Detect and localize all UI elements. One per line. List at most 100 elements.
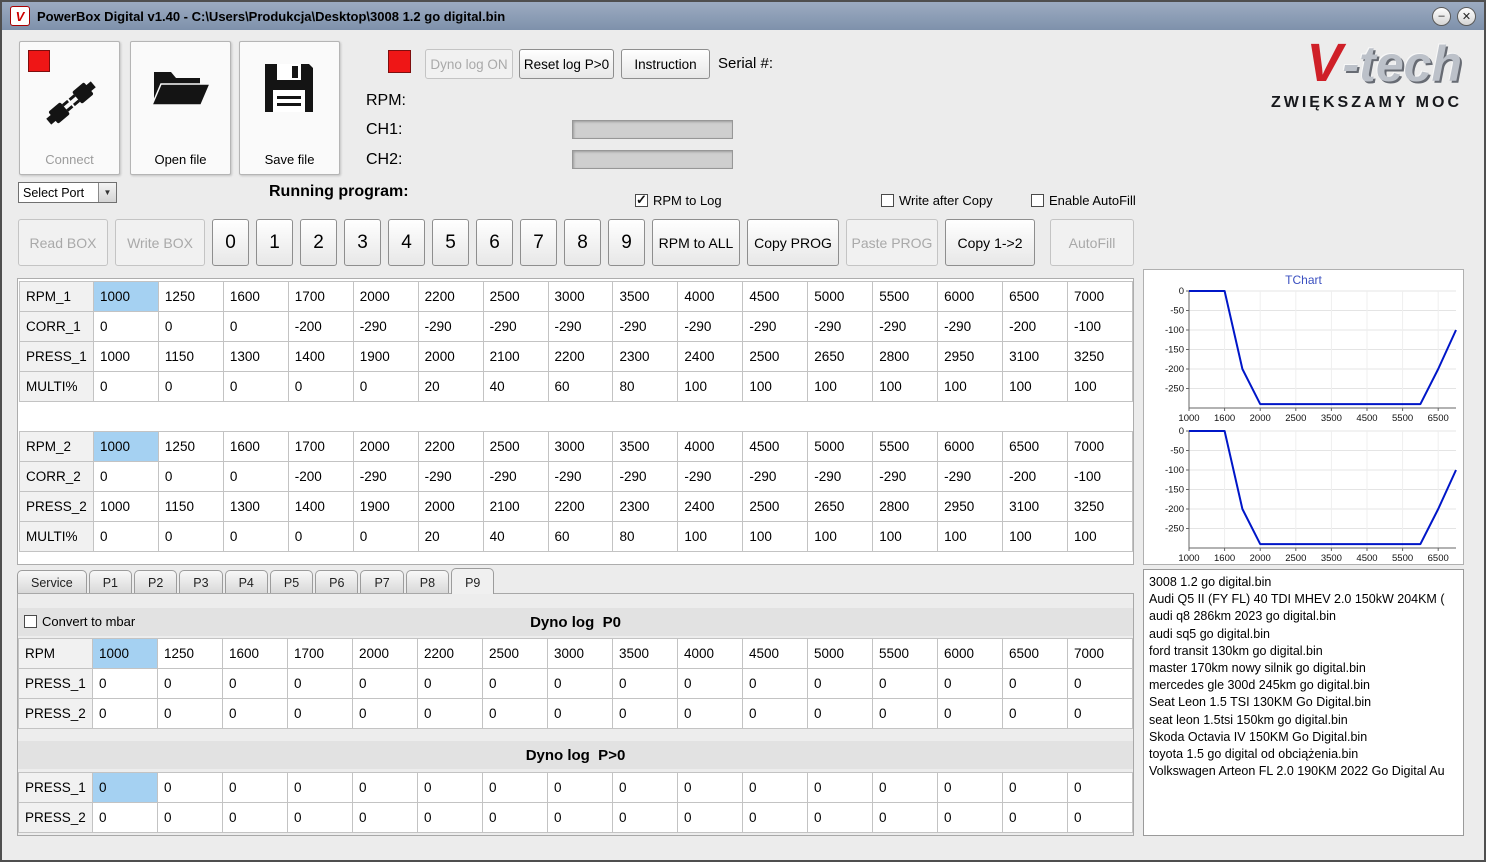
value-cell[interactable]: 0 bbox=[222, 698, 288, 729]
value-cell[interactable]: -290 bbox=[612, 461, 679, 492]
tab-p7[interactable]: P7 bbox=[360, 570, 404, 594]
value-cell[interactable]: 2800 bbox=[872, 491, 939, 522]
value-cell[interactable]: 3250 bbox=[1067, 341, 1133, 372]
value-cell[interactable]: 0 bbox=[352, 802, 418, 833]
value-cell[interactable]: 0 bbox=[92, 668, 158, 699]
value-cell[interactable]: 2000 bbox=[352, 281, 419, 312]
rpm-to-all-button[interactable]: RPM to ALL bbox=[652, 219, 740, 266]
value-cell[interactable]: 2500 bbox=[742, 341, 809, 372]
value-cell[interactable]: -290 bbox=[937, 311, 1004, 342]
value-cell[interactable]: 0 bbox=[742, 668, 808, 699]
value-cell[interactable]: -290 bbox=[547, 461, 614, 492]
value-cell[interactable]: 0 bbox=[222, 772, 288, 803]
value-cell[interactable]: 0 bbox=[287, 802, 353, 833]
value-cell[interactable]: 0 bbox=[677, 802, 743, 833]
value-cell[interactable]: 0 bbox=[287, 668, 353, 699]
value-cell[interactable]: 100 bbox=[1067, 521, 1133, 552]
value-cell[interactable]: 0 bbox=[482, 802, 548, 833]
value-cell[interactable]: 1600 bbox=[222, 281, 289, 312]
value-cell[interactable]: 2000 bbox=[417, 491, 484, 522]
value-cell[interactable]: 0 bbox=[677, 772, 743, 803]
value-cell[interactable]: 100 bbox=[872, 521, 939, 552]
close-button[interactable]: ✕ bbox=[1457, 6, 1476, 26]
value-cell[interactable]: 1150 bbox=[157, 341, 224, 372]
value-cell[interactable]: 2200 bbox=[417, 281, 484, 312]
value-cell[interactable]: 1300 bbox=[222, 341, 289, 372]
copy-1-to-2-button[interactable]: Copy 1->2 bbox=[945, 219, 1035, 266]
value-cell[interactable]: -290 bbox=[937, 461, 1004, 492]
value-cell[interactable]: 2200 bbox=[417, 638, 483, 669]
value-cell[interactable]: 1600 bbox=[222, 431, 289, 462]
value-cell[interactable]: 0 bbox=[1002, 698, 1068, 729]
value-cell[interactable]: 0 bbox=[222, 802, 288, 833]
tab-p4[interactable]: P4 bbox=[224, 570, 268, 594]
value-cell[interactable]: 0 bbox=[807, 772, 873, 803]
value-cell[interactable]: -290 bbox=[352, 311, 419, 342]
value-cell[interactable]: 2650 bbox=[807, 491, 874, 522]
value-cell[interactable]: -290 bbox=[807, 311, 874, 342]
file-list-item[interactable]: Skoda Octavia IV 150KM Go Digital.bin bbox=[1149, 729, 1458, 746]
value-cell[interactable]: 20 bbox=[417, 521, 484, 552]
file-list-item[interactable]: Audi Q5 II (FY FL) 40 TDI MHEV 2.0 150kW… bbox=[1149, 591, 1458, 608]
value-cell[interactable]: 0 bbox=[157, 311, 224, 342]
value-cell[interactable]: 100 bbox=[1067, 371, 1133, 402]
value-cell[interactable]: 0 bbox=[677, 698, 743, 729]
value-cell[interactable]: 100 bbox=[807, 371, 874, 402]
write-after-copy-checkbox[interactable]: Write after Copy bbox=[881, 193, 993, 208]
connect-button[interactable]: Connect bbox=[19, 41, 120, 175]
value-cell[interactable]: 0 bbox=[937, 698, 1003, 729]
instruction-button[interactable]: Instruction bbox=[621, 49, 710, 79]
value-cell[interactable]: 1000 bbox=[92, 341, 159, 372]
value-cell[interactable]: 3100 bbox=[1002, 491, 1069, 522]
value-cell[interactable]: 0 bbox=[482, 698, 548, 729]
value-cell[interactable]: -290 bbox=[352, 461, 419, 492]
value-cell[interactable]: 5000 bbox=[807, 281, 874, 312]
enable-autofill-checkbox[interactable]: Enable AutoFill bbox=[1031, 193, 1136, 208]
value-cell[interactable]: 0 bbox=[417, 802, 483, 833]
digit-button-4[interactable]: 4 bbox=[388, 219, 425, 266]
value-cell[interactable]: 0 bbox=[937, 668, 1003, 699]
file-list-item[interactable]: Seat Leon 1.5 TSI 130KM Go Digital.bin bbox=[1149, 694, 1458, 711]
value-cell[interactable]: 1250 bbox=[157, 431, 224, 462]
value-cell[interactable]: 1900 bbox=[352, 491, 419, 522]
value-cell[interactable]: 0 bbox=[287, 371, 354, 402]
write-after-copy-checkbox-box[interactable] bbox=[881, 194, 894, 207]
tab-p3[interactable]: P3 bbox=[179, 570, 223, 594]
value-cell[interactable]: -290 bbox=[807, 461, 874, 492]
value-cell[interactable]: 0 bbox=[92, 698, 158, 729]
value-cell[interactable]: 3000 bbox=[547, 638, 613, 669]
file-list-item[interactable]: ford transit 130km go digital.bin bbox=[1149, 643, 1458, 660]
value-cell[interactable]: 7000 bbox=[1067, 281, 1133, 312]
value-cell[interactable]: 100 bbox=[807, 521, 874, 552]
value-cell[interactable]: 0 bbox=[482, 668, 548, 699]
value-cell[interactable]: 0 bbox=[92, 371, 159, 402]
value-cell[interactable]: 0 bbox=[1067, 668, 1133, 699]
value-cell[interactable]: 2500 bbox=[482, 431, 549, 462]
value-cell[interactable]: 0 bbox=[157, 698, 223, 729]
value-cell[interactable]: 1600 bbox=[222, 638, 288, 669]
value-cell[interactable]: 4000 bbox=[677, 431, 744, 462]
value-cell[interactable]: 0 bbox=[1067, 772, 1133, 803]
value-cell[interactable]: 1150 bbox=[157, 491, 224, 522]
value-cell[interactable]: 1400 bbox=[287, 491, 354, 522]
digit-button-0[interactable]: 0 bbox=[212, 219, 249, 266]
value-cell[interactable]: 40 bbox=[482, 521, 549, 552]
value-cell[interactable]: 1700 bbox=[287, 431, 354, 462]
value-cell[interactable]: 0 bbox=[287, 772, 353, 803]
value-cell[interactable]: 0 bbox=[352, 371, 419, 402]
value-cell[interactable]: 0 bbox=[417, 772, 483, 803]
value-cell[interactable]: 0 bbox=[937, 802, 1003, 833]
value-cell[interactable]: 0 bbox=[807, 698, 873, 729]
file-list-item[interactable]: mercedes gle 300d 245km go digital.bin bbox=[1149, 677, 1458, 694]
tab-p2[interactable]: P2 bbox=[133, 570, 178, 594]
value-cell[interactable]: 6500 bbox=[1002, 638, 1068, 669]
value-cell[interactable]: 1000 bbox=[92, 281, 159, 312]
tab-p8[interactable]: P8 bbox=[405, 570, 450, 594]
value-cell[interactable]: 0 bbox=[872, 668, 938, 699]
value-cell[interactable]: 6000 bbox=[937, 281, 1004, 312]
value-cell[interactable]: 100 bbox=[937, 521, 1004, 552]
value-cell[interactable]: 0 bbox=[547, 668, 613, 699]
value-cell[interactable]: 100 bbox=[1002, 371, 1069, 402]
reset-log-button[interactable]: Reset log P>0 bbox=[519, 49, 614, 79]
value-cell[interactable]: 2200 bbox=[417, 431, 484, 462]
